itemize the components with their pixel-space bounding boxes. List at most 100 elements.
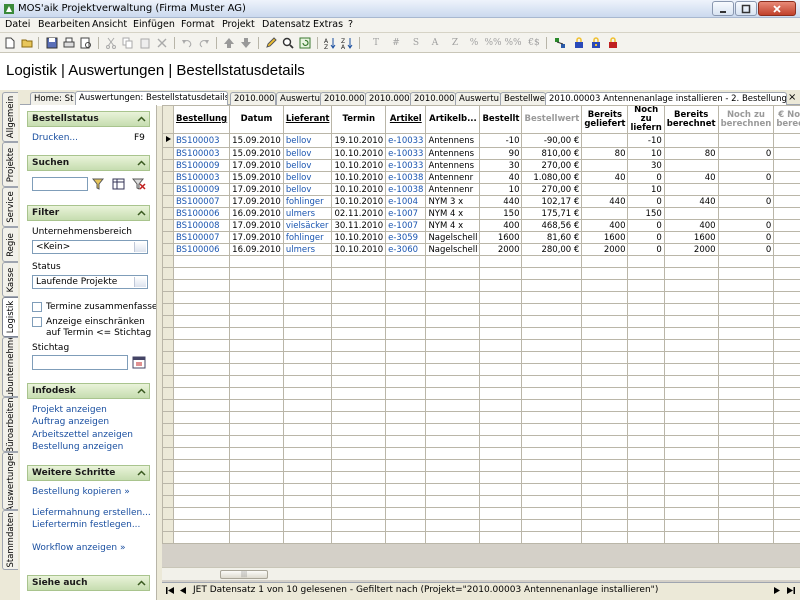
row-indicator[interactable] xyxy=(162,315,174,328)
arbeitszettel-anzeigen-link[interactable]: Arbeitszettel anzeigen xyxy=(32,430,133,440)
vtab-auswertungen[interactable]: Auswertungen xyxy=(2,452,18,510)
table-cell[interactable]: 270,00 € xyxy=(521,159,583,172)
row-indicator[interactable] xyxy=(162,243,174,256)
row-indicator[interactable] xyxy=(162,195,174,208)
table-cell[interactable]: 81,60 € xyxy=(521,231,583,244)
row-indicator[interactable] xyxy=(162,219,174,232)
table-cell[interactable]: Antennens xyxy=(425,133,481,148)
table-cell[interactable]: Antennens xyxy=(425,147,481,160)
liefertermin-festlegen-link[interactable]: Liefertermin festlegen... xyxy=(32,520,140,530)
table-row[interactable]: BS100006 16.09.2010 ulmers 10.10.2010 e-3060… xyxy=(162,243,800,256)
table-row[interactable] xyxy=(162,459,800,472)
row-indicator[interactable] xyxy=(162,327,174,340)
network-button[interactable] xyxy=(553,36,567,50)
column-header-datum[interactable]: Datum xyxy=(229,105,284,134)
column-header-artikelbezeichnung[interactable]: Artikelb... xyxy=(425,105,481,134)
table-row[interactable] xyxy=(162,267,800,280)
table-row[interactable] xyxy=(162,255,800,268)
menu-format[interactable]: Format xyxy=(181,19,214,30)
table-cell[interactable]: 15.09.2010 xyxy=(229,133,284,148)
sort-descending-button[interactable]: ZA xyxy=(340,36,354,50)
table-cell[interactable]: 400 xyxy=(479,219,523,232)
table-cell[interactable]: Antennenr xyxy=(425,183,481,196)
table-cell[interactable] xyxy=(717,207,775,220)
table-cell[interactable] xyxy=(717,133,775,148)
table-cell[interactable]: NYM 3 x xyxy=(425,195,481,208)
filter-remove-icon[interactable] xyxy=(132,177,146,191)
workflow-anzeigen-link[interactable]: Workflow anzeigen » xyxy=(32,543,126,553)
table-cell[interactable]: Nagelschell xyxy=(425,243,481,256)
filter-search-icon[interactable] xyxy=(92,177,106,191)
maximize-button[interactable] xyxy=(735,1,757,16)
stichtag-input[interactable] xyxy=(32,355,128,370)
table-cell[interactable]: ulmers xyxy=(282,243,333,256)
table-row[interactable] xyxy=(162,471,800,484)
section-bestellstatus[interactable]: Bestellstatus xyxy=(27,111,150,127)
table-cell[interactable]: 17.09.2010 xyxy=(229,219,284,232)
table-cell[interactable]: 440 xyxy=(663,195,719,208)
table-cell[interactable]: 400 xyxy=(663,219,719,232)
table-cell[interactable]: 280,00 € xyxy=(521,243,583,256)
table-cell[interactable]: bellov xyxy=(282,147,333,160)
table-cell[interactable]: e-1004 xyxy=(385,195,427,208)
format-text-button[interactable]: T xyxy=(369,36,383,50)
table-cell[interactable]: e-3059 xyxy=(385,231,427,244)
row-indicator[interactable] xyxy=(162,507,174,520)
section-filter[interactable]: Filter xyxy=(27,205,150,221)
table-cell[interactable]: BS100003 xyxy=(172,147,231,160)
table-cell[interactable]: 150 xyxy=(479,207,523,220)
row-indicator[interactable] xyxy=(162,363,174,376)
table-cell[interactable]: 30.11.2010 xyxy=(331,219,387,232)
format-number-button[interactable]: # xyxy=(389,36,403,50)
table-row[interactable] xyxy=(162,495,800,508)
tab-bestellwert[interactable]: Bestellwert xyxy=(500,92,546,105)
move-up-button[interactable] xyxy=(222,36,236,50)
table-cell[interactable]: e-10033 xyxy=(385,159,427,172)
vtab-kasse[interactable]: Kasse xyxy=(2,262,18,297)
table-cell[interactable]: 175,71 € xyxy=(521,207,583,220)
table-cell[interactable]: 17.09.2010 xyxy=(229,195,284,208)
table-cell[interactable]: 17.09.2010 xyxy=(229,183,284,196)
filter-table-icon[interactable] xyxy=(112,177,126,191)
menu-einfuegen[interactable]: Einfügen xyxy=(133,19,175,30)
refresh-button[interactable] xyxy=(298,36,312,50)
menu-ansicht[interactable]: Ansicht xyxy=(92,19,127,30)
table-cell[interactable]: BS100006 xyxy=(172,243,231,256)
table-cell[interactable]: fohlinger xyxy=(282,195,333,208)
vtab-logistik[interactable]: Logistik xyxy=(2,297,18,337)
table-cell[interactable]: 468,56 € xyxy=(521,219,583,232)
termine-zusammenfassen-checkbox[interactable] xyxy=(32,302,42,312)
table-row[interactable] xyxy=(162,363,800,376)
tab-2010-b[interactable]: 2010.000 xyxy=(320,92,366,105)
table-cell[interactable]: BS100009 xyxy=(172,183,231,196)
table-cell[interactable]: 16.09.2010 xyxy=(229,243,284,256)
tab-bestellstatusdetails[interactable]: Auswertungen: Bestellstatusdetails xyxy=(75,91,228,106)
tab-close-icon[interactable]: × xyxy=(788,92,796,103)
table-cell[interactable]: 0,00 € xyxy=(773,195,800,208)
table-cell[interactable]: 0 xyxy=(627,171,665,184)
row-indicator[interactable] xyxy=(162,339,174,352)
table-cell[interactable]: Antennenr xyxy=(425,171,481,184)
status-select[interactable]: Laufende Projekte xyxy=(32,275,148,289)
format-currency-button[interactable]: €$ xyxy=(527,36,541,50)
menu-datensatz[interactable]: Datensatz xyxy=(262,19,310,30)
last-record-button[interactable] xyxy=(784,584,796,596)
column-header-termin[interactable]: Termin xyxy=(331,105,387,134)
table-cell[interactable]: 0 xyxy=(717,171,775,184)
table-row[interactable] xyxy=(162,339,800,352)
table-cell[interactable]: 0 xyxy=(717,195,775,208)
table-cell[interactable]: 1.080,00 € xyxy=(521,171,583,184)
column-header-lieferant[interactable]: Lieferant xyxy=(282,105,333,134)
vtab-regie[interactable]: Regie xyxy=(2,227,18,262)
tab-2010-c[interactable]: 2010.000 xyxy=(365,92,411,105)
table-row[interactable] xyxy=(162,519,800,532)
table-cell[interactable]: 0,00 € xyxy=(773,231,800,244)
format-percent2-button[interactable]: %% xyxy=(484,36,501,50)
close-button[interactable] xyxy=(758,1,796,16)
table-cell[interactable]: 30 xyxy=(627,159,665,172)
table-cell[interactable]: BS100009 xyxy=(172,159,231,172)
search-input[interactable] xyxy=(32,177,88,191)
table-cell[interactable]: bellov xyxy=(282,171,333,184)
drucken-link[interactable]: Drucken... xyxy=(32,133,78,143)
table-cell[interactable]: NYM 4 x xyxy=(425,219,481,232)
